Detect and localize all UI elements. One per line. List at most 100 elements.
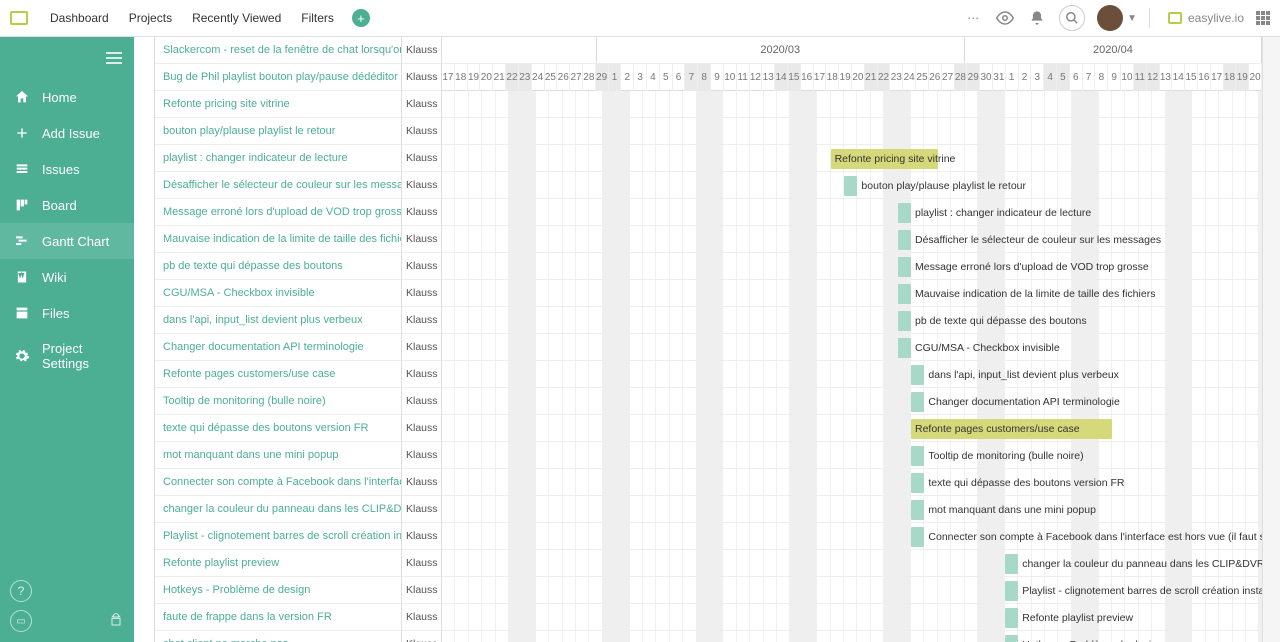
issue-link[interactable]: Refonte pricing site vitrine [155, 91, 401, 118]
sidebar-item-home[interactable]: Home [0, 79, 134, 115]
issues-column: Slackercom - reset de la fenêtre de chat… [154, 37, 402, 642]
workspace-selector[interactable]: easylive.io [1168, 11, 1244, 25]
nav-filters[interactable]: Filters [293, 0, 342, 37]
issue-link[interactable]: chat client ne marche pas [155, 631, 401, 642]
gantt-row[interactable]: Hotkeys - Problème de design [442, 631, 1262, 642]
issue-link[interactable]: Refonte playlist preview [155, 550, 401, 577]
add-button[interactable]: + [352, 9, 370, 27]
issue-link[interactable]: Connecter son compte à Facebook dans l'i… [155, 469, 401, 496]
gantt-row[interactable]: pb de texte qui dépasse des boutons [442, 307, 1262, 334]
gantt-bar[interactable]: texte qui dépasse des boutons version FR [911, 473, 924, 493]
gantt-row[interactable]: Tooltip de monitoring (bulle noire) [442, 442, 1262, 469]
day-header: 7 [1083, 64, 1096, 91]
more-icon[interactable]: ⋯ [963, 8, 983, 28]
gantt-bar[interactable]: dans l'api, input_list devient plus verb… [911, 365, 924, 385]
issue-link[interactable]: pb de texte qui dépasse des boutons [155, 253, 401, 280]
bell-icon[interactable] [1027, 8, 1047, 28]
android-icon[interactable] [108, 613, 124, 632]
gantt-row[interactable] [442, 91, 1262, 118]
issue-link[interactable]: Hotkeys - Problème de design [155, 577, 401, 604]
gantt-row[interactable]: playlist : changer indicateur de lecture [442, 199, 1262, 226]
gantt-row[interactable]: bouton play/plause playlist le retour [442, 172, 1262, 199]
sidebar-item-wiki[interactable]: Wiki [0, 259, 134, 295]
issue-link[interactable]: texte qui dépasse des boutons version FR [155, 415, 401, 442]
gantt-row[interactable]: CGU/MSA - Checkbox invisible [442, 334, 1262, 361]
gantt-bar[interactable]: changer la couleur du panneau dans les C… [1005, 554, 1018, 574]
gantt-row[interactable]: Mauvaise indication de la limite de tail… [442, 280, 1262, 307]
issue-link[interactable]: Slackercom - reset de la fenêtre de chat… [155, 37, 401, 64]
gantt-row[interactable]: Changer documentation API terminologie [442, 388, 1262, 415]
gantt-bar[interactable]: Playlist - clignotement barres de scroll… [1005, 581, 1018, 601]
gantt-bar[interactable]: Tooltip de monitoring (bulle noire) [911, 446, 924, 466]
gantt-row[interactable]: Playlist - clignotement barres de scroll… [442, 577, 1262, 604]
gantt-bar[interactable]: Refonte pages customers/use case [911, 419, 1112, 439]
search-button[interactable] [1059, 5, 1085, 31]
gantt-row[interactable] [442, 118, 1262, 145]
issue-link[interactable]: Playlist - clignotement barres de scroll… [155, 523, 401, 550]
sidebar-item-gear[interactable]: Project Settings [0, 331, 134, 381]
day-header: 13 [762, 64, 775, 91]
issue-link[interactable]: mot manquant dans une mini popup [155, 442, 401, 469]
eye-icon[interactable] [995, 8, 1015, 28]
issue-link[interactable]: changer la couleur du panneau dans les C… [155, 496, 401, 523]
apps-icon[interactable] [1256, 11, 1270, 25]
gantt-bar[interactable]: playlist : changer indicateur de lecture [898, 203, 911, 223]
gantt-bar[interactable]: Refonte playlist preview [1005, 608, 1018, 628]
issue-link[interactable]: Tooltip de monitoring (bulle noire) [155, 388, 401, 415]
issue-link[interactable]: faute de frappe dans la version FR [155, 604, 401, 631]
gantt-bar[interactable]: Changer documentation API terminologie [911, 392, 924, 412]
help-icon[interactable]: ? [10, 580, 32, 602]
gantt-row[interactable]: Connecter son compte à Facebook dans l'i… [442, 523, 1262, 550]
issue-link[interactable]: Changer documentation API terminologie [155, 334, 401, 361]
nav-recently-viewed[interactable]: Recently Viewed [184, 0, 289, 37]
issue-link[interactable]: playlist : changer indicateur de lecture [155, 145, 401, 172]
gantt-body[interactable]: Refonte pricing site vitrine bouton play/… [442, 91, 1262, 642]
chat-support-icon[interactable]: ▭ [10, 610, 32, 632]
issue-link[interactable]: bouton play/plause playlist le retour [155, 118, 401, 145]
gantt-bar[interactable]: CGU/MSA - Checkbox invisible [898, 338, 911, 358]
issue-link[interactable]: CGU/MSA - Checkbox invisible [155, 280, 401, 307]
issue-link[interactable]: Désafficher le sélecteur de couleur sur … [155, 172, 401, 199]
gantt-bar[interactable]: Hotkeys - Problème de design [1005, 635, 1018, 642]
sidebar-item-board[interactable]: Board [0, 187, 134, 223]
gantt-row[interactable]: Refonte playlist preview [442, 604, 1262, 631]
sidebar-item-gantt[interactable]: Gantt Chart [0, 223, 134, 259]
assignee-column: KlaussKlaussKlaussKlaussKlaussKlaussKlau… [402, 37, 442, 642]
gantt-row[interactable]: Refonte pricing site vitrine [442, 145, 1262, 172]
issue-link[interactable]: Message erroné lors d'upload de VOD trop… [155, 199, 401, 226]
gantt-row[interactable]: Refonte pages customers/use case [442, 415, 1262, 442]
gantt-bar[interactable]: Refonte pricing site vitrine [831, 149, 938, 169]
issue-link[interactable]: Bug de Phil playlist bouton play/pause d… [155, 64, 401, 91]
gantt-bar[interactable]: pb de texte qui dépasse des boutons [898, 311, 911, 331]
gantt-row[interactable]: dans l'api, input_list devient plus verb… [442, 361, 1262, 388]
assignee-cell: Klauss [402, 604, 441, 631]
sidebar-item-files[interactable]: Files [0, 295, 134, 331]
issue-link[interactable]: Mauvaise indication de la limite de tail… [155, 226, 401, 253]
gantt-row[interactable]: mot manquant dans une mini popup [442, 496, 1262, 523]
sidebar-toggle[interactable] [94, 37, 134, 79]
nav-dashboard[interactable]: Dashboard [42, 0, 117, 37]
gantt-bar[interactable]: Connecter son compte à Facebook dans l'i… [911, 527, 924, 547]
topbar-left: Dashboard Projects Recently Viewed Filte… [10, 0, 370, 37]
app-logo-icon[interactable] [10, 11, 28, 25]
assignee-cell: Klauss [402, 577, 441, 604]
gantt-row[interactable]: Désafficher le sélecteur de couleur sur … [442, 226, 1262, 253]
gantt-bar[interactable]: Message erroné lors d'upload de VOD trop… [898, 257, 911, 277]
gantt-row[interactable]: changer la couleur du panneau dans les C… [442, 550, 1262, 577]
gantt-bar[interactable]: Désafficher le sélecteur de couleur sur … [898, 230, 911, 250]
issue-link[interactable]: Refonte pages customers/use case [155, 361, 401, 388]
user-menu[interactable]: ▼ [1097, 5, 1137, 31]
gantt-bar[interactable]: bouton play/plause playlist le retour [844, 176, 857, 196]
issue-link[interactable]: dans l'api, input_list devient plus verb… [155, 307, 401, 334]
gantt-bar[interactable]: mot manquant dans une mini popup [911, 500, 924, 520]
gantt-chart[interactable]: 2020/032020/04 1718192021222324252627282… [442, 37, 1262, 642]
gantt-row[interactable]: texte qui dépasse des boutons version FR [442, 469, 1262, 496]
gear-icon [14, 348, 30, 364]
gantt-bar[interactable]: Mauvaise indication de la limite de tail… [898, 284, 911, 304]
gantt-row[interactable]: Message erroné lors d'upload de VOD trop… [442, 253, 1262, 280]
nav-projects[interactable]: Projects [121, 0, 180, 37]
sidebar-item-plus[interactable]: Add Issue [0, 115, 134, 151]
sidebar-item-list[interactable]: Issues [0, 151, 134, 187]
day-header: 24 [903, 64, 916, 91]
right-scrollbar[interactable] [1262, 37, 1280, 642]
